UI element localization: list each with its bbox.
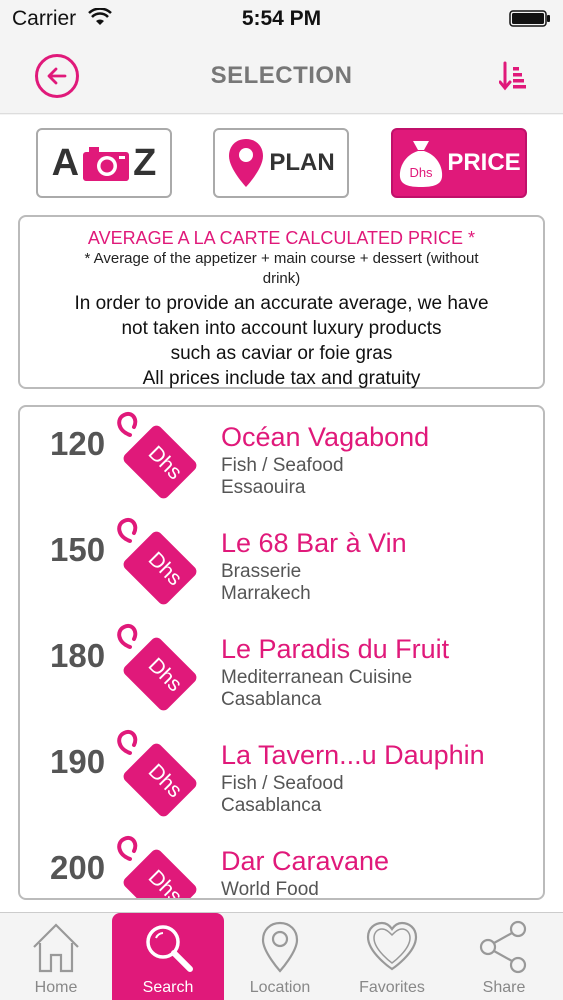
list-item[interactable]: 190 Dhs La Tavern...u Dauphin Fish / Sea… xyxy=(20,725,543,831)
az-letter-z: Z xyxy=(133,141,157,184)
item-name: Océan Vagabond xyxy=(221,422,430,452)
item-category: Brasserie xyxy=(221,561,302,582)
main-content: A Z PLAN Dhs PRICE AVERAGE A LA CARTE CA… xyxy=(0,115,563,912)
item-category: Fish / Seafood xyxy=(221,773,344,794)
item-category: Fish / Seafood xyxy=(221,455,344,476)
item-category: World Food xyxy=(221,879,319,900)
item-category: Mediterranean Cuisine xyxy=(221,667,413,688)
item-price: 180 xyxy=(50,637,106,674)
price-tag-icon: Dhs xyxy=(117,624,197,711)
filter-price-button[interactable]: Dhs PRICE xyxy=(391,128,527,198)
tab-bar: Home Search Location Favorites Share xyxy=(0,912,563,1000)
list-item[interactable]: 200 Dhs Dar Caravane World Food xyxy=(20,831,543,900)
battery-icon xyxy=(509,10,550,27)
price-badge-text: Dhs xyxy=(410,165,434,180)
item-city: Marrakech xyxy=(221,583,311,604)
filter-az-button[interactable]: A Z xyxy=(36,128,172,198)
tab-home[interactable]: Home xyxy=(0,913,112,1000)
item-city: Casablanca xyxy=(221,795,322,816)
tab-home-label: Home xyxy=(34,979,78,996)
item-city: Casablanca xyxy=(221,689,322,710)
item-price: 150 xyxy=(50,531,106,568)
item-price: 120 xyxy=(50,425,106,462)
price-tag-icon: Dhs xyxy=(117,518,197,605)
navigation-bar: SELECTION xyxy=(0,36,563,114)
list-item[interactable]: 180 Dhs Le Paradis du Fruit Mediterranea… xyxy=(20,619,543,725)
filter-plan-button[interactable]: PLAN xyxy=(213,128,349,198)
location-icon xyxy=(261,921,299,973)
item-price: 200 xyxy=(50,849,106,886)
list-item[interactable]: 120 Dhs Océan Vagabond Fish / Seafood Es… xyxy=(20,407,543,513)
item-name: Le 68 Bar à Vin xyxy=(221,528,407,558)
status-time: 5:54 PM xyxy=(241,7,322,30)
price-label: PRICE xyxy=(447,149,521,176)
tab-location[interactable]: Location xyxy=(224,913,336,1000)
item-name: Le Paradis du Fruit xyxy=(221,634,450,664)
price-tag-icon: Dhs xyxy=(117,836,197,898)
tab-search[interactable]: Search xyxy=(112,913,224,1000)
heart-icon xyxy=(366,921,418,971)
info-text-2: not taken into account luxury products xyxy=(121,318,442,339)
info-text-1: In order to provide an accurate average,… xyxy=(74,293,489,314)
info-text-4: All prices include tax and gratuity xyxy=(142,368,421,389)
info-title: AVERAGE A LA CARTE CALCULATED PRICE * xyxy=(87,228,476,248)
tab-favorites[interactable]: Favorites xyxy=(336,913,448,1000)
item-name: Dar Caravane xyxy=(221,846,390,876)
item-name: La Tavern...u Dauphin xyxy=(221,740,485,770)
map-pin-icon xyxy=(229,139,264,187)
tab-share[interactable]: Share xyxy=(448,913,560,1000)
camera-icon xyxy=(83,147,130,181)
plan-label: PLAN xyxy=(269,149,335,176)
page-title: SELECTION xyxy=(210,62,353,89)
item-price: 190 xyxy=(50,743,106,780)
az-letter-a: A xyxy=(51,141,80,184)
tab-share-label: Share xyxy=(482,979,526,996)
price-info-box: AVERAGE A LA CARTE CALCULATED PRICE * * … xyxy=(18,215,545,389)
money-bag-icon: Dhs xyxy=(400,141,443,187)
info-text-3: such as caviar or foie gras xyxy=(170,343,393,364)
list-item[interactable]: 150 Dhs Le 68 Bar à Vin Brasserie Marrak… xyxy=(20,513,543,619)
item-city: Essaouira xyxy=(221,477,306,498)
info-subtitle: * Average of the appetizer + main course… xyxy=(84,250,479,287)
tab-favorites-label: Favorites xyxy=(359,979,425,996)
price-tag-icon: Dhs xyxy=(117,730,197,817)
home-icon xyxy=(33,923,79,973)
price-tag-icon: Dhs xyxy=(117,412,197,499)
search-icon xyxy=(146,925,193,972)
restaurant-list[interactable]: 120 Dhs Océan Vagabond Fish / Seafood Es… xyxy=(18,405,545,900)
sort-icon[interactable] xyxy=(499,60,527,92)
status-bar: Carrier 5:54 PM xyxy=(0,0,563,36)
tab-location-label: Location xyxy=(249,979,311,996)
share-icon xyxy=(479,920,527,974)
tab-search-label: Search xyxy=(142,979,194,996)
